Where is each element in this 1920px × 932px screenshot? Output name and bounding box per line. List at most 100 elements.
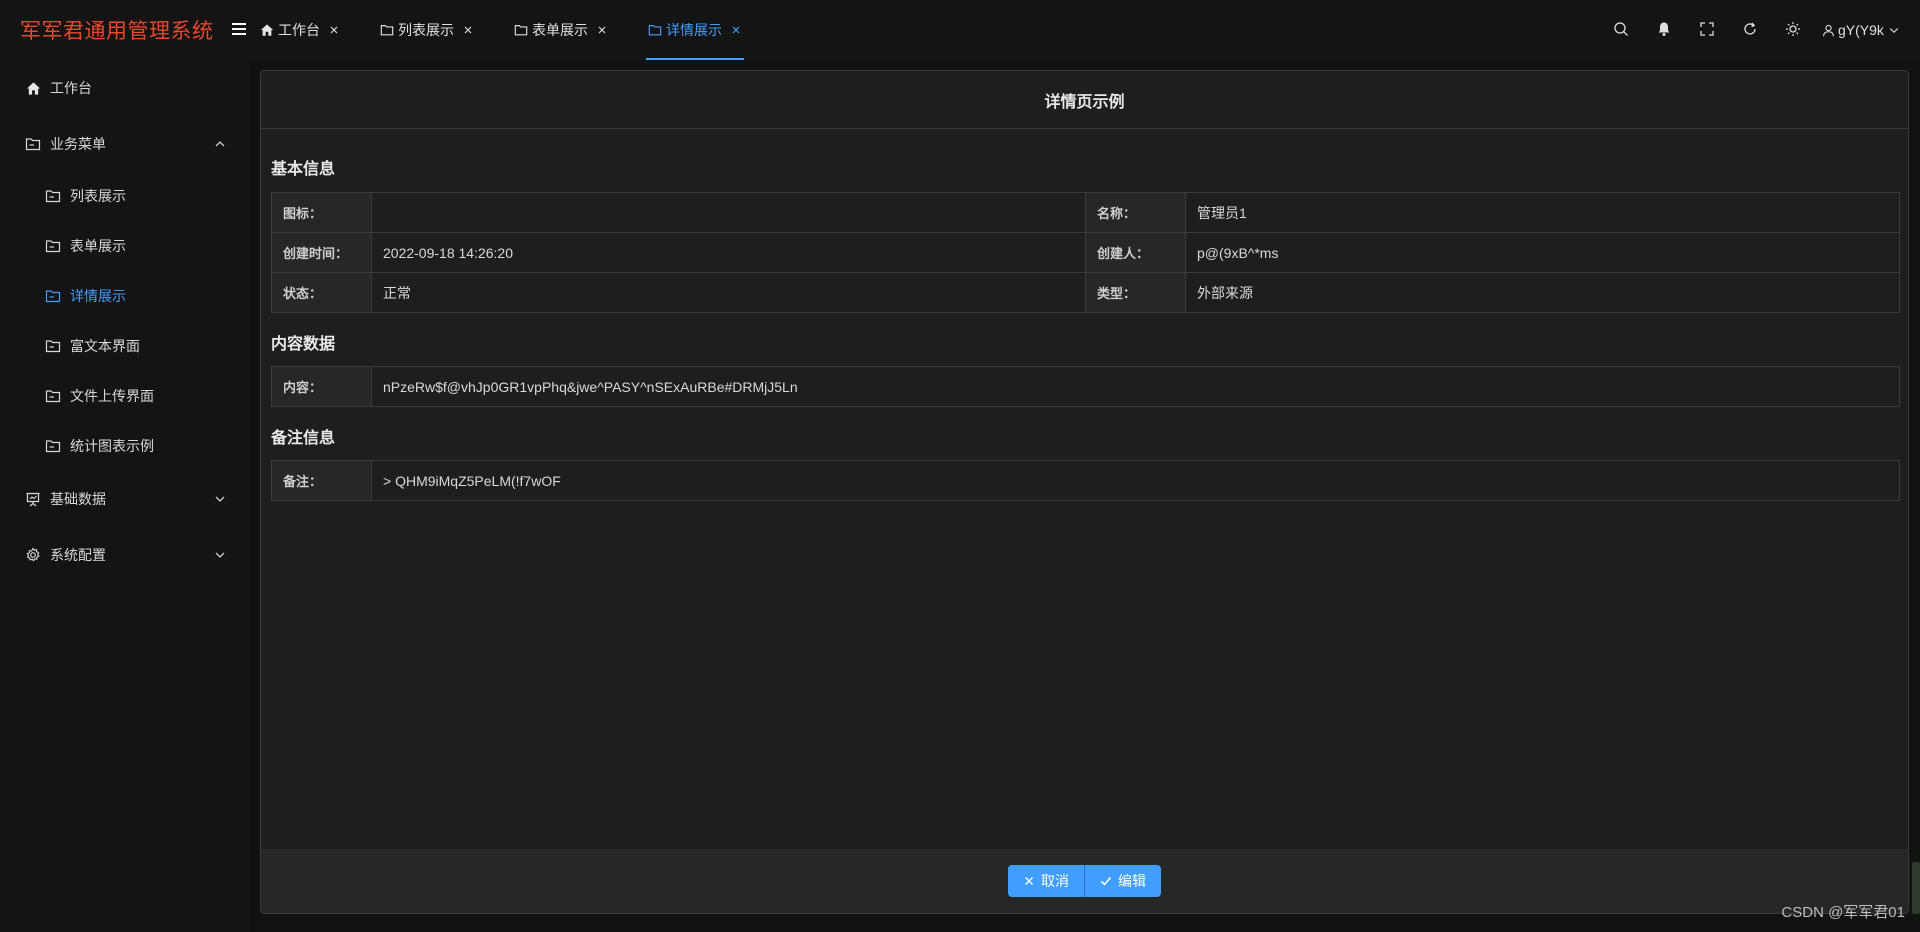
user-menu[interactable]: gY(Y9k: [1822, 0, 1900, 60]
tab-label: 列表展示: [398, 22, 454, 38]
table-row: 状态： 正常 类型： 外部来源: [271, 272, 1900, 313]
close-icon[interactable]: [596, 24, 608, 36]
card-footer: 取消 编辑: [261, 849, 1908, 913]
sidebar: 军军君通用管理系统 工作台 业务菜单 列表展示 表单展示 详情展示 富文本界面 …: [0, 0, 250, 932]
folder-icon: [44, 237, 62, 255]
edit-label: 编辑: [1118, 873, 1146, 889]
status-value: 正常: [371, 272, 1086, 313]
check-icon: [1100, 875, 1112, 887]
tab-workbench[interactable]: 工作台: [260, 0, 340, 60]
sidebar-item-label: 表单展示: [70, 238, 126, 254]
content-label: 内容：: [271, 366, 372, 407]
sidebar-item-rich-text[interactable]: 富文本界面: [0, 326, 250, 366]
type-label: 类型：: [1085, 272, 1186, 313]
chevron-down-icon: [212, 491, 228, 507]
table-row: 内容： nPzeRw$f@vhJp0GR1vpPhq&jwe^PASY^nSEx…: [271, 366, 1900, 407]
folder-icon: [514, 23, 528, 37]
created-time-value: 2022-09-18 14:26:20: [371, 232, 1086, 273]
sun-icon[interactable]: [1784, 20, 1802, 38]
presentation-icon: [24, 490, 42, 508]
folder-icon: [44, 437, 62, 455]
tab-label: 表单展示: [532, 22, 588, 38]
sidebar-item-label: 列表展示: [70, 188, 126, 204]
type-value: 外部来源: [1185, 272, 1900, 313]
chevron-down-icon: [212, 547, 228, 563]
edit-button[interactable]: 编辑: [1085, 865, 1161, 897]
remark-table: 备注： > QHM9iMqZ5PeLM(!f7wOF: [271, 460, 1900, 501]
sidebar-item-label: 文件上传界面: [70, 388, 154, 404]
folder-icon: [648, 23, 662, 37]
sidebar-item-workbench[interactable]: 工作台: [0, 68, 250, 108]
basic-info-table: 图标： 名称： 管理员1 创建时间： 2022-09-18 14:26:20 创…: [271, 192, 1900, 313]
folder-icon: [44, 187, 62, 205]
folder-icon: [44, 387, 62, 405]
top-bar: 工作台 列表展示 表单展示 详情展示 gY(Y9k: [232, 0, 1920, 60]
sidebar-item-chart-demo[interactable]: 统计图表示例: [0, 426, 250, 466]
remark-label: 备注：: [271, 460, 372, 501]
watermark: CSDN @军军君01: [1781, 904, 1905, 921]
sidebar-item-label: 详情展示: [70, 288, 126, 304]
user-name: gY(Y9k: [1838, 22, 1884, 38]
home-icon: [24, 79, 42, 97]
folder-icon: [380, 23, 394, 37]
table-row: 创建时间： 2022-09-18 14:26:20 创建人： p@(9xB^*m…: [271, 232, 1900, 273]
creator-value: p@(9xB^*ms: [1185, 232, 1900, 273]
section-title-basic: 基本信息: [271, 161, 336, 178]
sidebar-item-business-menu[interactable]: 业务菜单: [0, 124, 250, 164]
sidebar-item-label: 业务菜单: [50, 136, 106, 152]
sidebar-item-label: 富文本界面: [70, 338, 140, 354]
tab-label: 详情展示: [666, 22, 722, 38]
table-row: 备注： > QHM9iMqZ5PeLM(!f7wOF: [271, 460, 1900, 501]
creator-label: 创建人：: [1085, 232, 1186, 273]
status-label: 状态：: [271, 272, 372, 313]
sidebar-item-label: 系统配置: [50, 547, 106, 563]
tab-label: 工作台: [278, 22, 320, 38]
content-value: nPzeRw$f@vhJp0GR1vpPhq&jwe^PASY^nSExAuRB…: [371, 366, 1900, 407]
sidebar-item-system-config[interactable]: 系统配置: [0, 535, 250, 575]
cancel-label: 取消: [1041, 873, 1069, 889]
menu-toggle-icon[interactable]: [230, 20, 248, 38]
close-icon[interactable]: [462, 24, 474, 36]
folder-icon: [44, 337, 62, 355]
icon-value: [371, 192, 1086, 233]
tab-list-display[interactable]: 列表展示: [380, 0, 474, 60]
section-title-content: 内容数据: [271, 336, 336, 353]
close-icon[interactable]: [730, 24, 742, 36]
bell-icon[interactable]: [1655, 20, 1673, 38]
tab-detail-display[interactable]: 详情展示: [646, 0, 744, 60]
sidebar-item-detail-display[interactable]: 详情展示: [0, 276, 250, 316]
chevron-down-icon: [1888, 24, 1900, 36]
chevron-up-icon: [212, 136, 228, 152]
name-value: 管理员1: [1185, 192, 1900, 233]
close-icon[interactable]: [328, 24, 340, 36]
scrollbar-thumb[interactable]: [1912, 862, 1920, 914]
sidebar-item-list-display[interactable]: 列表展示: [0, 176, 250, 216]
search-icon[interactable]: [1612, 20, 1630, 38]
content-table: 内容： nPzeRw$f@vhJp0GR1vpPhq&jwe^PASY^nSEx…: [271, 366, 1900, 407]
close-icon: [1023, 875, 1035, 887]
icon-label: 图标：: [271, 192, 372, 233]
sidebar-item-basic-data[interactable]: 基础数据: [0, 479, 250, 519]
folder-icon: [44, 287, 62, 305]
sidebar-item-form-display[interactable]: 表单展示: [0, 226, 250, 266]
sidebar-item-label: 基础数据: [50, 491, 106, 507]
cancel-button[interactable]: 取消: [1008, 865, 1085, 897]
sidebar-item-label: 工作台: [50, 80, 92, 96]
name-label: 名称：: [1085, 192, 1186, 233]
detail-card: 详情页示例 基本信息 图标： 名称： 管理员1 创建时间： 2022-09-18…: [260, 70, 1909, 914]
app-logo-title[interactable]: 军军君通用管理系统: [0, 0, 250, 60]
fullscreen-icon[interactable]: [1698, 20, 1716, 38]
section-title-remark: 备注信息: [271, 430, 336, 447]
tab-form-display[interactable]: 表单展示: [514, 0, 608, 60]
user-icon: [1822, 24, 1835, 37]
remark-value: > QHM9iMqZ5PeLM(!f7wOF: [371, 460, 1900, 501]
folder-icon: [24, 135, 42, 153]
page-title: 详情页示例: [261, 71, 1908, 129]
sidebar-item-file-upload[interactable]: 文件上传界面: [0, 376, 250, 416]
sidebar-item-label: 统计图表示例: [70, 438, 154, 454]
table-row: 图标： 名称： 管理员1: [271, 192, 1900, 233]
created-time-label: 创建时间：: [271, 232, 372, 273]
refresh-icon[interactable]: [1741, 20, 1759, 38]
home-icon: [260, 23, 274, 37]
gear-icon: [24, 546, 42, 564]
